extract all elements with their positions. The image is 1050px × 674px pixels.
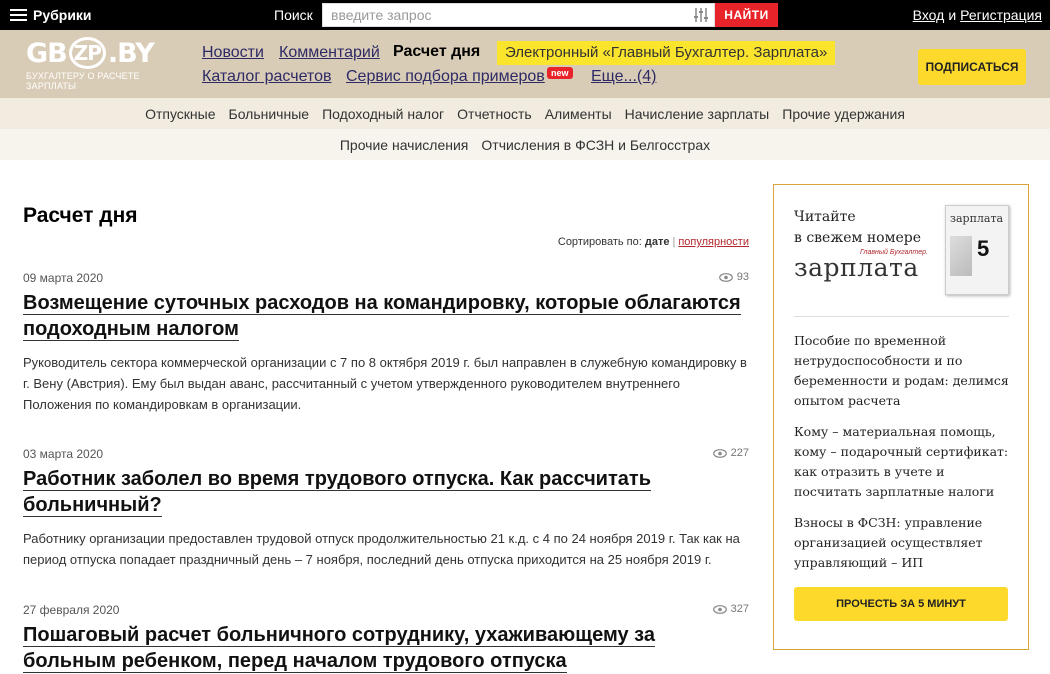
magazine-article-link[interactable]: Кому – материальная помощь, кому – подар… [794, 422, 1014, 502]
nav-daily-active[interactable]: Расчет дня [393, 43, 480, 61]
magazine-sidebar: Читайте в свежем номере Главный Бухгалте… [773, 184, 1029, 650]
logo-wordmark: GB ZP .BY [26, 37, 176, 69]
magazine-article-list: Пособие по временной нетрудоспособности … [794, 331, 1014, 584]
and-text: и [948, 7, 957, 23]
logo-part-gb: GB [26, 37, 68, 69]
eye-icon [712, 604, 727, 614]
top-bar: Рубрики Поиск НАЙТИ ВходиРегистрация [0, 0, 1050, 30]
nav-service[interactable]: Сервис подбора примеров [346, 68, 545, 86]
promo-banner-link[interactable]: Электронный «Главный Бухгалтер. Зарплата… [497, 41, 836, 65]
sort-label: Сортировать по: [557, 236, 642, 248]
article-excerpt: Работнику организации предоставлен трудо… [23, 531, 740, 567]
search-button[interactable]: НАЙТИ [715, 3, 778, 27]
views-count: 327 [730, 603, 749, 615]
category-other-accruals[interactable]: Прочие начисления [340, 137, 469, 153]
article-date: 03 марта 2020 [23, 447, 104, 461]
filter-sliders-icon[interactable] [693, 8, 709, 22]
article-item: 09 марта 2020 93 Возмещение суточных рас… [23, 271, 749, 415]
subscribe-button[interactable]: ПОДПИСАТЬСЯ [918, 49, 1026, 85]
article-views: 93 [718, 271, 749, 283]
sort-by-date[interactable]: дате [645, 236, 670, 248]
category-other-deductions[interactable]: Прочие удержания [782, 106, 905, 122]
magazine-cover-image[interactable]: зарплата 5 [945, 205, 1009, 295]
article-date: 27 февраля 2020 [23, 603, 120, 617]
rubrics-label: Рубрики [33, 7, 92, 23]
nav-more[interactable]: Еще...(4) [591, 68, 656, 86]
search-box [322, 3, 715, 27]
login-link[interactable]: Вход [913, 7, 945, 23]
article-excerpt: Руководитель сектора коммерческой органи… [23, 355, 747, 412]
article-date: 09 марта 2020 [23, 271, 104, 285]
cover-wordmark: зарплата [950, 212, 1004, 225]
sidebar-divider [794, 316, 1009, 317]
logo-tagline: БУХГАЛТЕРУ О РАСЧЕТЕ ЗАРПЛАТЫ [26, 71, 140, 91]
hamburger-icon [10, 9, 27, 21]
search-input[interactable] [323, 4, 683, 26]
site-header: GB ZP .BY БУХГАЛТЕРУ О РАСЧЕТЕ ЗАРПЛАТЫ … [0, 30, 1050, 98]
eye-icon [712, 448, 727, 458]
category-reporting[interactable]: Отчетность [457, 106, 532, 122]
magazine-article-link[interactable]: Взносы в ФСЗН: управление организацией о… [794, 513, 1014, 573]
category-sick-leave[interactable]: Больничные [229, 106, 310, 122]
views-count: 93 [736, 271, 749, 283]
logo-part-zp: ZP [68, 37, 106, 69]
magazine-article-link[interactable]: Пособие по временной нетрудоспособности … [794, 331, 1014, 411]
article-title-link[interactable]: Возмещение суточных расходов на командир… [23, 292, 741, 341]
magazine-heading-line1: Читайте [794, 209, 856, 225]
search-label: Поиск [274, 7, 313, 23]
article-title-link[interactable]: Пошаговый расчет больничного сотруднику,… [23, 624, 655, 673]
nav-news[interactable]: Новости [202, 44, 264, 62]
article-item: 27 февраля 2020 327 Пошаговый расчет бол… [23, 603, 749, 674]
category-income-tax[interactable]: Подоходный налог [322, 106, 444, 122]
article-item: 03 марта 2020 227 Работник заболел во вр… [23, 447, 749, 570]
eye-icon [718, 272, 733, 282]
category-salary[interactable]: Начисление зарплаты [625, 106, 770, 122]
category-vacation[interactable]: Отпускные [145, 106, 215, 122]
site-logo[interactable]: GB ZP .BY БУХГАЛТЕРУ О РАСЧЕТЕ ЗАРПЛАТЫ [26, 37, 176, 93]
magazine-heading-line2: в свежем номере [794, 230, 922, 246]
page-title: Расчет дня [23, 204, 138, 227]
category-nav-row-2: Прочие начисления Отчисления в ФСЗН и Бе… [0, 129, 1050, 160]
read-in-5-minutes-button[interactable]: ПРОЧЕСТЬ ЗА 5 МИНУТ [794, 587, 1008, 621]
rubrics-menu-button[interactable]: Рубрики [10, 7, 92, 23]
cover-decoration [950, 236, 972, 276]
register-link[interactable]: Регистрация [960, 7, 1042, 23]
auth-links: Вход и Регистрация [913, 7, 1042, 23]
magazine-wordmark: зарплата [794, 253, 919, 282]
sort-controls: Сортировать по: дате | популярности [557, 236, 749, 248]
views-count: 227 [730, 447, 749, 459]
article-title-link[interactable]: Работник заболел во время трудового отпу… [23, 468, 651, 517]
cover-issue-number: 5 [977, 236, 990, 261]
category-alimony[interactable]: Алименты [545, 106, 612, 122]
new-badge: new [547, 67, 573, 79]
category-fszn[interactable]: Отчисления в ФСЗН и Белгосстрах [481, 137, 710, 153]
article-views: 227 [712, 447, 749, 459]
category-nav-row-1: Отпускные Больничные Подоходный налог От… [0, 98, 1050, 129]
sort-by-popularity[interactable]: популярности [678, 236, 749, 248]
magazine-heading: Читайте в свежем номере [794, 207, 921, 249]
nav-comments[interactable]: Комментарий [279, 44, 380, 62]
nav-catalog[interactable]: Каталог расчетов [202, 68, 331, 86]
article-views: 327 [712, 603, 749, 615]
logo-part-by: .BY [107, 37, 155, 69]
